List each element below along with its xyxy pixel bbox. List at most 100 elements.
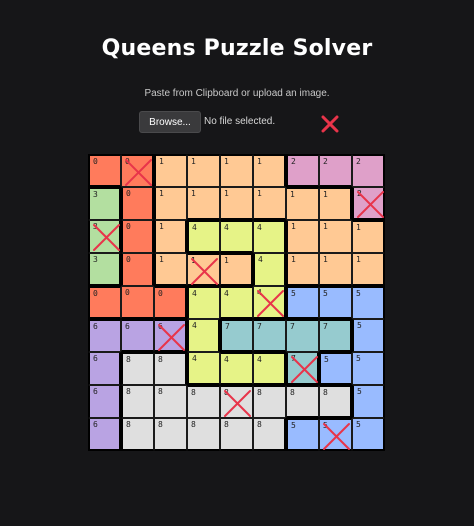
- board-cell[interactable]: 5: [352, 286, 385, 319]
- board-cell[interactable]: 1: [352, 253, 385, 286]
- board-cell[interactable]: 1: [154, 220, 187, 253]
- board-cell[interactable]: 0: [88, 154, 121, 187]
- board-cell[interactable]: 2: [352, 187, 385, 220]
- board-cell[interactable]: 1: [286, 187, 319, 220]
- board-cell[interactable]: 8: [187, 418, 220, 451]
- board-cell[interactable]: 1: [286, 220, 319, 253]
- board-cell[interactable]: 8: [253, 385, 286, 418]
- board-cell[interactable]: 1: [220, 187, 253, 220]
- region-number: 5: [357, 321, 362, 330]
- region-number: 1: [159, 255, 164, 264]
- region-number: 1: [356, 223, 361, 232]
- board-cell[interactable]: 5: [352, 385, 385, 418]
- board-cell[interactable]: 1: [187, 154, 220, 187]
- board-cell[interactable]: 8: [121, 418, 154, 451]
- board-cell[interactable]: 2: [319, 154, 352, 187]
- board-cell[interactable]: 6: [88, 418, 121, 451]
- board-cell[interactable]: 0: [154, 286, 187, 319]
- board-cell[interactable]: 4: [253, 220, 286, 253]
- board-cell[interactable]: 8: [154, 418, 187, 451]
- region-number: 7: [323, 322, 328, 331]
- board-cell[interactable]: 8: [121, 352, 154, 385]
- board-cell[interactable]: 7: [286, 319, 319, 352]
- queen-mark-icon: [125, 159, 152, 186]
- board-cell[interactable]: 5: [352, 352, 385, 385]
- board-cell[interactable]: 4: [253, 352, 286, 385]
- board-cell[interactable]: 0: [121, 187, 154, 220]
- board-cell[interactable]: 1: [319, 220, 352, 253]
- region-number: 6: [93, 354, 98, 363]
- region-number: 1: [191, 189, 196, 198]
- board-cell[interactable]: 1: [187, 253, 220, 286]
- board-cell[interactable]: 5: [319, 286, 352, 319]
- board-cell[interactable]: 4: [187, 220, 220, 253]
- region-number: 8: [126, 420, 131, 429]
- board-cell[interactable]: 5: [319, 352, 352, 385]
- board-cell[interactable]: 8: [187, 385, 220, 418]
- region-number: 1: [290, 190, 295, 199]
- board-cell[interactable]: 4: [187, 286, 220, 319]
- board-cell[interactable]: 4: [187, 319, 220, 352]
- board-cell[interactable]: 5: [286, 286, 319, 319]
- board-cell[interactable]: 1: [253, 187, 286, 220]
- board-cell[interactable]: 6: [121, 319, 154, 352]
- board-cell[interactable]: 6: [154, 319, 187, 352]
- board-cell[interactable]: 3: [88, 253, 121, 286]
- board-cell[interactable]: 1: [319, 187, 352, 220]
- board-cell[interactable]: 7: [220, 319, 253, 352]
- board-cell[interactable]: 5: [352, 418, 385, 451]
- board-cell[interactable]: 6: [88, 319, 121, 352]
- board-cell[interactable]: 8: [253, 418, 286, 451]
- board-cell[interactable]: 0: [121, 220, 154, 253]
- clear-icon[interactable]: [320, 114, 340, 134]
- board-cell[interactable]: 5: [286, 418, 319, 451]
- board-cell[interactable]: 4: [220, 352, 253, 385]
- board-cell[interactable]: 1: [286, 253, 319, 286]
- region-number: 2: [356, 157, 361, 166]
- board-cell[interactable]: 4: [220, 220, 253, 253]
- board-cell[interactable]: 5: [319, 418, 352, 451]
- board-cell[interactable]: 8: [286, 385, 319, 418]
- board-cell[interactable]: 3: [88, 187, 121, 220]
- board-cell[interactable]: 6: [88, 352, 121, 385]
- region-number: 0: [158, 289, 163, 298]
- board-cell[interactable]: 0: [88, 286, 121, 319]
- board-cell[interactable]: 1: [352, 220, 385, 253]
- board-cell[interactable]: 0: [121, 253, 154, 286]
- board-cell[interactable]: 3: [88, 220, 121, 253]
- board-cell[interactable]: 7: [319, 319, 352, 352]
- board-cell[interactable]: 1: [220, 154, 253, 187]
- board-cell[interactable]: 1: [220, 253, 253, 286]
- board-cell[interactable]: 8: [154, 352, 187, 385]
- board-cell[interactable]: 1: [154, 253, 187, 286]
- board-cell[interactable]: 8: [154, 385, 187, 418]
- region-number: 1: [323, 255, 328, 264]
- board-cell[interactable]: 0: [121, 154, 154, 187]
- region-number: 4: [192, 321, 197, 330]
- board-cell[interactable]: 4: [220, 286, 253, 319]
- board-cell[interactable]: 4: [253, 253, 286, 286]
- board-cell[interactable]: 7: [286, 352, 319, 385]
- board-cell[interactable]: 1: [319, 253, 352, 286]
- board-cell[interactable]: 4: [187, 352, 220, 385]
- board-cell[interactable]: 8: [319, 385, 352, 418]
- board-cell[interactable]: 5: [352, 319, 385, 352]
- board-cell[interactable]: 1: [187, 187, 220, 220]
- board-cell[interactable]: 8: [220, 385, 253, 418]
- board-cell[interactable]: 2: [352, 154, 385, 187]
- region-number: 4: [257, 223, 262, 232]
- board-cell[interactable]: 0: [121, 286, 154, 319]
- board-cell[interactable]: 8: [121, 385, 154, 418]
- board-cell[interactable]: 2: [286, 154, 319, 187]
- board-cell[interactable]: 1: [154, 187, 187, 220]
- board-cell[interactable]: 6: [88, 385, 121, 418]
- region-number: 0: [126, 189, 131, 198]
- region-number: 5: [356, 289, 361, 298]
- browse-button[interactable]: Browse...: [139, 111, 201, 133]
- board-cell[interactable]: 4: [253, 286, 286, 319]
- board-cell[interactable]: 8: [220, 418, 253, 451]
- board-cell[interactable]: 1: [253, 154, 286, 187]
- board-cell[interactable]: 7: [253, 319, 286, 352]
- region-number: 7: [290, 322, 295, 331]
- board-cell[interactable]: 1: [154, 154, 187, 187]
